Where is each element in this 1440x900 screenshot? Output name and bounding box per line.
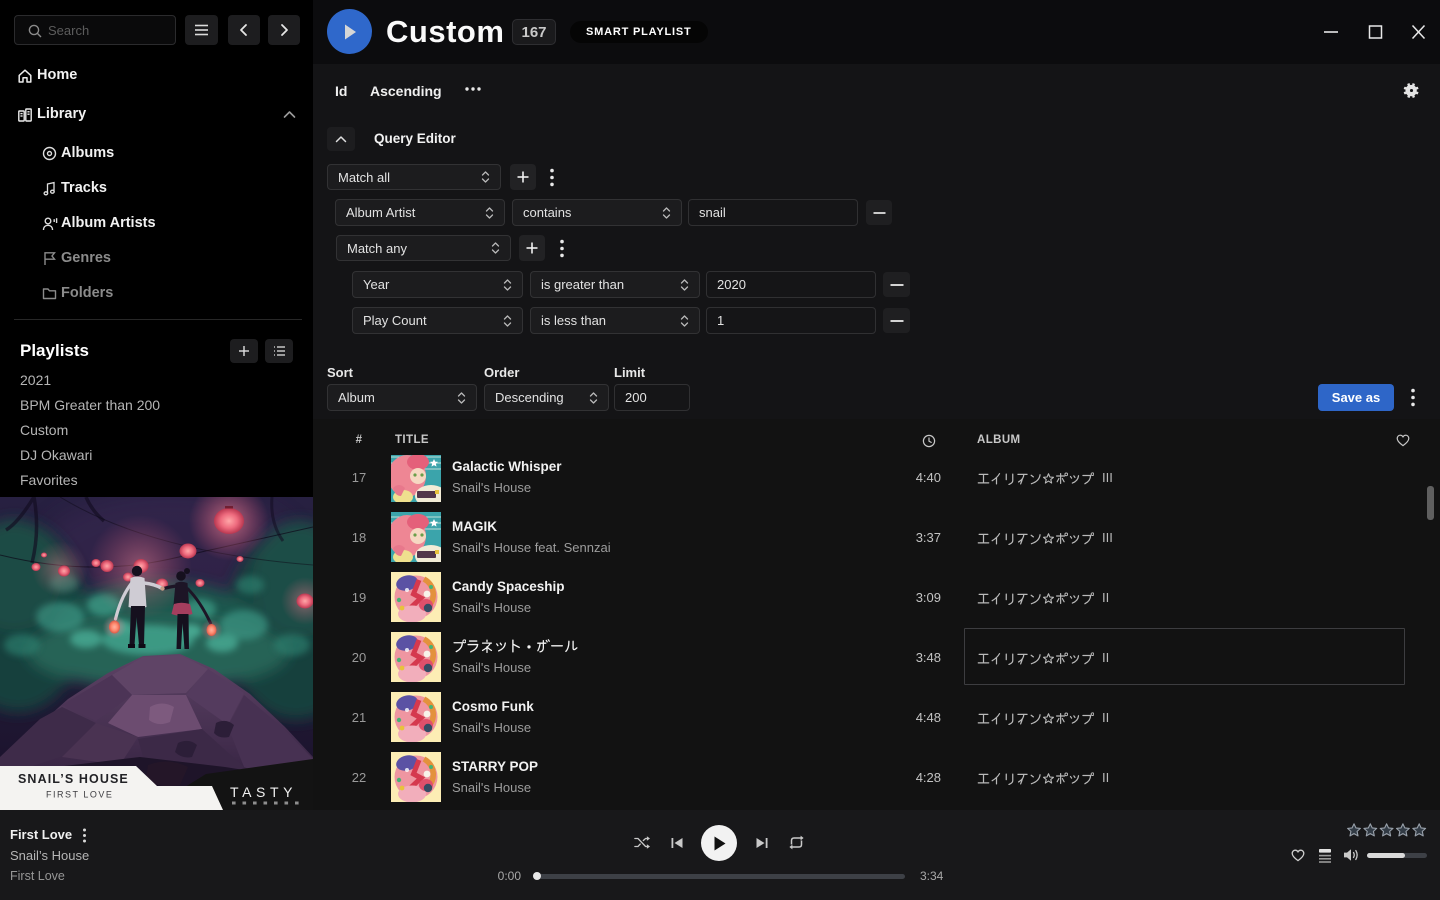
svg-text:TASTY: TASTY (230, 784, 297, 800)
svg-text:FIRST LOVE: FIRST LOVE (46, 790, 113, 800)
svg-text:SNAIL’S HOUSE: SNAIL’S HOUSE (18, 772, 129, 786)
